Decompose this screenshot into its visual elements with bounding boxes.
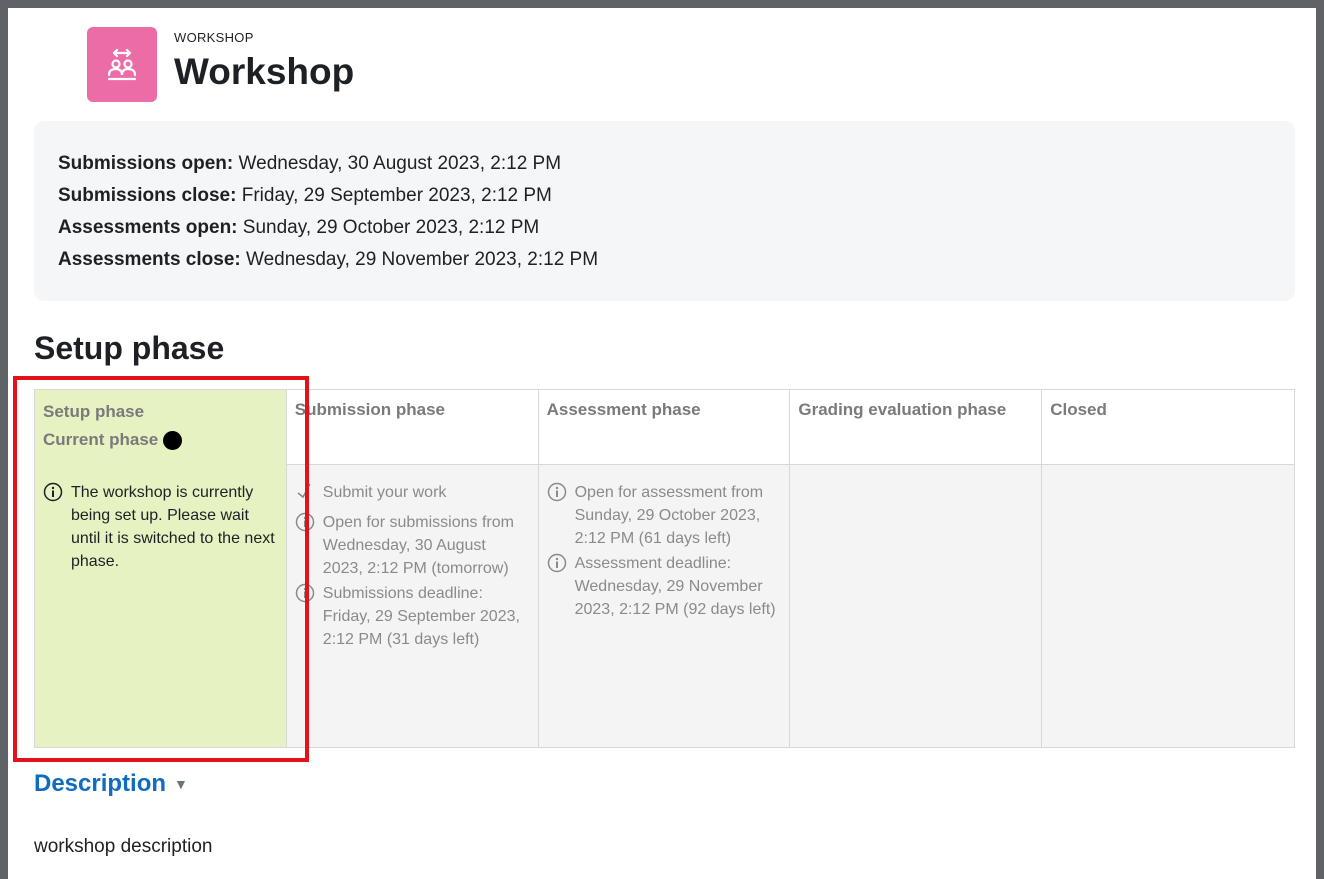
info-icon <box>295 511 317 539</box>
task-item: Open for submissions from Wednesday, 30 … <box>295 511 530 580</box>
user-plan-table: Setup phase Current phase The workshop i… <box>34 389 1295 748</box>
current-phase-label: Current phase <box>43 430 278 450</box>
info-icon <box>43 481 65 509</box>
phase-assessment: Assessment phase Open for assessment fro… <box>538 390 791 747</box>
todo-icon <box>295 481 317 509</box>
info-icon <box>295 582 317 610</box>
task-item: Open for assessment from Sunday, 29 Octo… <box>547 481 782 550</box>
phase-setup-title: Setup phase <box>43 402 145 421</box>
task-item: The workshop is currently being set up. … <box>43 481 278 573</box>
phase-closed: Closed <box>1042 390 1294 747</box>
description-text: workshop description <box>34 836 213 857</box>
info-icon <box>547 552 569 580</box>
chevron-down-icon[interactable]: ▼ <box>174 776 188 792</box>
info-icon <box>547 481 569 509</box>
phase-closed-title: Closed <box>1050 400 1107 419</box>
phase-setup: Setup phase Current phase The workshop i… <box>35 390 287 747</box>
task-item: Submissions deadline: Friday, 29 Septemb… <box>295 582 530 651</box>
page-header: WORKSHOP Workshop <box>87 27 354 102</box>
module-type-label: WORKSHOP <box>174 30 254 45</box>
phase-submission-title: Submission phase <box>294 400 445 419</box>
phase-grading-evaluation: Grading evaluation phase <box>790 390 1043 747</box>
current-phase-heading: Setup phase <box>34 330 225 366</box>
date-row-submissions-close: Submissions close: Friday, 29 September … <box>58 185 552 206</box>
page-title: Workshop <box>174 51 355 92</box>
phase-grading-title: Grading evaluation phase <box>798 400 1007 419</box>
current-phase-dot-icon <box>163 430 183 450</box>
description-toggle[interactable]: Description ▼ <box>34 770 188 798</box>
workshop-icon <box>87 27 157 102</box>
date-row-assessments-open: Assessments open: Sunday, 29 October 202… <box>58 217 540 238</box>
date-row-assessments-close: Assessments close: Wednesday, 29 Novembe… <box>58 249 599 270</box>
task-item: Submit your work <box>295 481 530 509</box>
date-row-submissions-open: Submissions open: Wednesday, 30 August 2… <box>58 153 562 174</box>
task-item: Assessment deadline: Wednesday, 29 Novem… <box>547 552 782 621</box>
phase-assessment-title: Assessment phase <box>546 400 701 419</box>
phase-submission: Submission phase Submit your work Open f… <box>286 390 539 747</box>
dates-panel: Submissions open: Wednesday, 30 August 2… <box>34 121 1295 301</box>
description-toggle-label[interactable]: Description <box>34 770 166 798</box>
